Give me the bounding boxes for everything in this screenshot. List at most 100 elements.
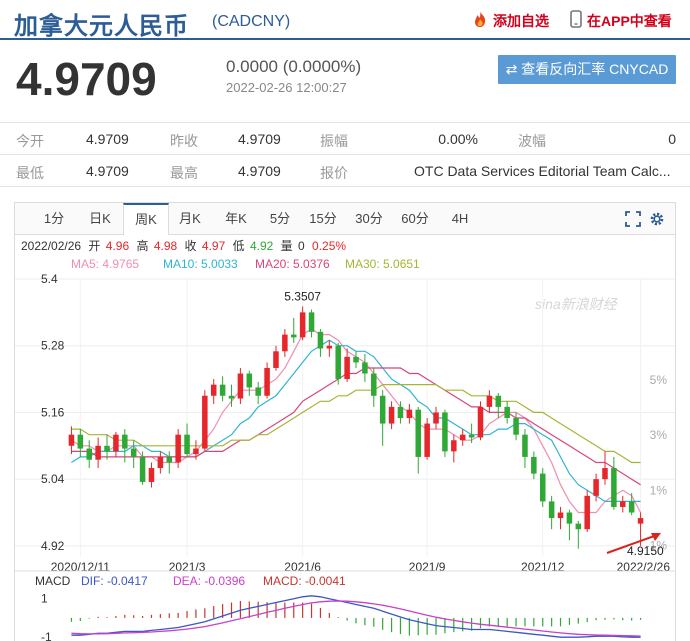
candle-body	[495, 395, 502, 407]
stat-label: 报价	[320, 165, 348, 181]
macd-y-tick: 1	[41, 592, 48, 606]
candle-body	[219, 384, 226, 396]
candle-body	[264, 367, 270, 396]
candle-body	[290, 334, 297, 338]
stat-value: 0	[668, 131, 676, 147]
candle-body	[166, 456, 173, 463]
macd-label-name: MACD	[35, 574, 71, 588]
candle-body	[246, 373, 253, 388]
x-tick-label: 2021/3	[169, 560, 206, 574]
ma-line-ma20	[71, 367, 641, 486]
candle-body	[468, 434, 475, 438]
ohlc-low-label: 低	[233, 239, 245, 253]
ohlc-info: 2022/02/26 开 4.96 高 4.98 收 4.97 低 4.92 量…	[21, 238, 346, 253]
stat-value: 4.9709	[86, 163, 129, 179]
settings-icon[interactable]	[649, 211, 665, 232]
candle-body	[424, 423, 430, 457]
candle-body	[175, 434, 181, 463]
candle-body	[504, 406, 510, 418]
candle-body	[620, 501, 626, 507]
candle-body	[593, 479, 599, 496]
candle-body	[77, 434, 84, 449]
stat-value: 0.00%	[438, 131, 478, 147]
candle-body	[139, 456, 146, 482]
x-tick-label: 2021/9	[409, 560, 446, 574]
tab-60min[interactable]: 60分	[397, 203, 433, 234]
view-in-app-label: 在APP中查看	[587, 12, 672, 29]
candle-body	[228, 395, 235, 399]
macd-label-dif: DIF: -0.0417	[81, 574, 148, 588]
ma-legend-ma30: MA30: 5.0651	[345, 257, 420, 271]
ma-legend-ma5: MA5: 4.9765	[71, 257, 139, 271]
stat-value: 4.9709	[238, 163, 281, 179]
candle-body	[575, 523, 582, 530]
tab-yearly[interactable]: 年K	[219, 203, 253, 234]
candle-body	[388, 406, 395, 424]
candle-body	[628, 501, 635, 513]
stat-label: 今开	[16, 133, 44, 149]
candle-body	[566, 512, 573, 524]
stat-value: OTC Data Services Editorial Team Calc...	[414, 163, 671, 179]
tab-monthly[interactable]: 月K	[173, 203, 207, 234]
add-favorite-label: 添加自选	[493, 12, 549, 29]
candle-body	[531, 456, 537, 474]
candle-body	[68, 434, 75, 446]
ohlc-high: 4.98	[154, 239, 178, 253]
ohlc-vol-label: 量	[281, 239, 293, 253]
candle-body	[459, 434, 466, 441]
candle-body	[317, 331, 324, 349]
current-price: 4.9709	[16, 53, 157, 105]
y2-tick-label: 5%	[650, 373, 668, 387]
candle-body	[362, 362, 368, 374]
ohlc-close-label: 收	[185, 239, 197, 253]
candle-body	[299, 312, 306, 338]
chart-grid	[15, 278, 675, 557]
tab-30min[interactable]: 30分	[351, 203, 387, 234]
reverse-rate-button[interactable]: ⇄ 查看反向汇率 CNYCAD	[498, 55, 676, 84]
candle-body	[451, 440, 457, 452]
stats-row: 今开 4.9709 昨收 4.9709 振幅 0.00% 波幅 0	[0, 123, 690, 155]
flame-icon	[472, 10, 488, 31]
macd-label-dea: DEA: -0.0396	[173, 574, 245, 588]
candle-body	[539, 473, 546, 502]
candle-body	[193, 448, 199, 455]
tab-daily[interactable]: 日K	[83, 203, 117, 234]
ma-legend: MA5: 4.9765 MA10: 5.0033 MA20: 5.0376 MA30:…	[71, 257, 420, 271]
x-tick-label: 2020/12/11	[51, 560, 110, 574]
tab-4h[interactable]: 4H	[445, 203, 475, 234]
tab-1min[interactable]: 1分	[37, 203, 71, 234]
quote-datetime: 2022-02-26 12:00:27	[226, 80, 347, 95]
stat-label: 最低	[16, 165, 44, 181]
ohlc-pct: 0.25%	[312, 239, 346, 253]
y-tick-label: 4.92	[41, 539, 65, 553]
candle-body	[584, 495, 590, 530]
stat-label: 振幅	[320, 133, 348, 149]
chart-annotations: 5.3507 4.9150	[284, 289, 664, 558]
candle-body	[353, 356, 359, 363]
fullscreen-icon[interactable]	[625, 211, 641, 232]
annotation-high: 5.3507	[284, 289, 321, 303]
tab-15min[interactable]: 15分	[305, 203, 341, 234]
add-favorite-button[interactable]: 添加自选	[472, 10, 549, 31]
candle-body	[308, 312, 315, 332]
stat-value: 4.9709	[86, 131, 129, 147]
candle-body	[273, 351, 279, 368]
candle-body	[433, 412, 439, 424]
swap-icon: ⇄	[505, 61, 518, 77]
y2-tick-label: 1%	[650, 483, 668, 497]
ohlc-close: 4.97	[202, 239, 226, 253]
candle-body	[95, 445, 101, 460]
candle-body	[611, 468, 617, 507]
tab-5min[interactable]: 5分	[265, 203, 295, 234]
candle-body	[344, 356, 350, 380]
ma-legend-ma10: MA10: 5.0033	[163, 257, 238, 271]
view-in-app-button[interactable]: 在APP中查看	[570, 10, 672, 31]
candle-body	[513, 418, 519, 435]
candle-body	[237, 373, 244, 399]
stat-label: 最高	[170, 165, 198, 181]
candle-body	[113, 434, 119, 452]
candle-body	[415, 409, 422, 457]
macd-label-macd: MACD: -0.0041	[263, 574, 346, 588]
tab-weekly[interactable]: 周K	[123, 203, 169, 235]
candle-body	[602, 468, 608, 480]
